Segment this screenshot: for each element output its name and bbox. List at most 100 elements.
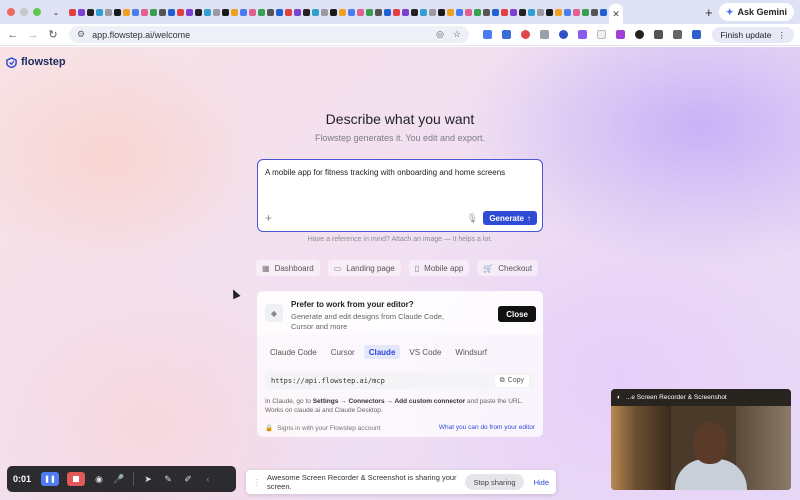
minimize-window-button[interactable]	[20, 8, 28, 16]
extension-icon[interactable]	[540, 30, 549, 39]
tab-favicon-icon[interactable]	[96, 8, 103, 16]
tab-favicon-icon[interactable]	[213, 8, 220, 16]
puzzle-icon[interactable]	[654, 30, 663, 39]
tab-favicon-icon[interactable]	[168, 8, 175, 16]
tab-favicon-icon[interactable]	[285, 8, 292, 16]
hide-button[interactable]: Hide	[534, 478, 549, 487]
tab-favicon-icon[interactable]	[276, 8, 283, 16]
extension-icon[interactable]	[635, 30, 644, 39]
webcam-icon[interactable]: ◉	[93, 474, 105, 485]
tab-favicon-icon[interactable]	[411, 8, 418, 16]
flowstep-logo[interactable]: flowstep	[6, 56, 66, 68]
tab-favicon-icon[interactable]	[438, 8, 445, 16]
chip-dashboard[interactable]: ▦ Dashboard	[256, 260, 320, 276]
reload-icon[interactable]: ↻	[43, 28, 63, 41]
tab-favicon-icon[interactable]	[465, 8, 472, 16]
tab-favicon-icon[interactable]	[348, 8, 355, 16]
tab-vs-code[interactable]: VS Code	[404, 345, 446, 359]
tab-favicon-icon[interactable]	[600, 8, 607, 16]
tab-favicon-icon[interactable]	[357, 8, 364, 16]
close-window-button[interactable]	[7, 8, 15, 16]
back-icon[interactable]: ←	[3, 29, 23, 41]
active-tab-close-icon[interactable]: ✕	[609, 4, 623, 24]
tab-favicon-icon[interactable]	[150, 8, 157, 16]
chip-checkout[interactable]: 🛒 Checkout	[477, 260, 539, 276]
extension-icon[interactable]	[597, 30, 606, 39]
ask-gemini-button[interactable]: ✦ Ask Gemini	[718, 3, 794, 21]
prompt-text[interactable]: A mobile app for fitness tracking with o…	[265, 168, 505, 177]
tab-favicon-icon[interactable]	[537, 8, 544, 16]
tab-favicon-icon[interactable]	[366, 8, 373, 16]
extension-icon[interactable]	[559, 30, 568, 39]
tab-favicon-icon[interactable]	[429, 8, 436, 16]
tab-favicon-icon[interactable]	[177, 8, 184, 16]
extension-icon[interactable]	[521, 30, 530, 39]
highlighter-icon[interactable]: ✐	[182, 474, 194, 485]
tab-favicon-icon[interactable]	[123, 8, 130, 16]
attach-plus-icon[interactable]: +	[265, 211, 272, 225]
tab-favicon-icon[interactable]	[222, 8, 229, 16]
tab-favicon-icon[interactable]	[402, 8, 409, 16]
tab-favicon-icon[interactable]	[510, 8, 517, 16]
tab-favicon-icon[interactable]	[114, 8, 121, 16]
tab-cursor[interactable]: Cursor	[326, 345, 360, 359]
site-info-icon[interactable]: ⚙	[77, 29, 85, 40]
tab-favicon-icon[interactable]	[69, 8, 76, 16]
tab-favicon-icon[interactable]	[141, 8, 148, 16]
new-tab-button[interactable]: +	[705, 5, 713, 20]
webcam-preview[interactable]: ◐ ...e Screen Recorder & Screenshot	[611, 389, 791, 490]
pen-icon[interactable]: ✎	[162, 474, 174, 485]
copy-button[interactable]: ⧉ Copy	[494, 374, 529, 387]
tab-favicon-icon[interactable]	[492, 8, 499, 16]
tab-favicon-icon[interactable]	[546, 8, 553, 16]
tab-favicon-icon[interactable]	[303, 8, 310, 16]
extension-icon[interactable]	[616, 30, 625, 39]
tab-favicon-icon[interactable]	[258, 8, 265, 16]
tab-favicon-icon[interactable]	[240, 8, 247, 16]
generate-button[interactable]: Generate ↑	[483, 211, 537, 225]
tab-favicon-icon[interactable]	[312, 8, 319, 16]
more-menu-icon[interactable]: ⋮	[778, 30, 787, 41]
url-text[interactable]: app.flowstep.ai/welcome	[92, 30, 436, 40]
tab-favicon-icon[interactable]	[474, 8, 481, 16]
tab-favicon-icon[interactable]	[582, 8, 589, 16]
tab-favicon-icon[interactable]	[132, 8, 139, 16]
tab-favicon-icon[interactable]	[186, 8, 193, 16]
collapse-chevron-icon[interactable]: ‹	[202, 474, 214, 484]
tab-claude[interactable]: Claude	[363, 345, 401, 359]
tab-favicon-icon[interactable]	[249, 8, 256, 16]
tab-favicon-icon[interactable]	[564, 8, 571, 16]
extension-icon[interactable]	[483, 30, 492, 39]
tab-favicon-icon[interactable]	[267, 8, 274, 16]
tab-favicon-icon[interactable]	[384, 8, 391, 16]
finish-update-button[interactable]: Finish update ⋮	[712, 27, 794, 43]
extension-icon[interactable]	[502, 30, 511, 39]
tab-favicon-icon[interactable]	[195, 8, 202, 16]
tab-favicon-icon[interactable]	[321, 8, 328, 16]
address-bar[interactable]: ⚙ app.flowstep.ai/welcome ◎ ☆	[69, 26, 469, 43]
tab-favicon-icon[interactable]	[447, 8, 454, 16]
chip-mobile-app[interactable]: ▯ Mobile app	[408, 260, 470, 276]
webcam-title-bar[interactable]: ◐ ...e Screen Recorder & Screenshot	[611, 389, 791, 406]
close-button[interactable]: Close	[498, 306, 536, 322]
tab-favicon-icon[interactable]	[528, 8, 535, 16]
stop-recording-button[interactable]	[67, 472, 85, 486]
tab-windsurf[interactable]: Windsurf	[450, 345, 492, 359]
tab-favicon-icon[interactable]	[420, 8, 427, 16]
share-icon[interactable]	[692, 30, 701, 39]
reading-list-icon[interactable]	[673, 30, 682, 39]
tab-favicon-icon[interactable]	[501, 8, 508, 16]
tab-favicon-icon[interactable]	[87, 8, 94, 16]
tab-favicon-icon[interactable]	[159, 8, 166, 16]
tab-favicon-icon[interactable]	[591, 8, 598, 16]
mcp-url[interactable]: https://api.flowstep.ai/mcp	[271, 377, 495, 385]
tab-favicon-icon[interactable]	[330, 8, 337, 16]
forward-icon[interactable]: →	[23, 29, 43, 41]
stop-sharing-button[interactable]: Stop sharing	[465, 474, 524, 490]
microphone-icon[interactable]: 🎤	[113, 474, 125, 485]
tab-favicon-icon[interactable]	[294, 8, 301, 16]
tab-favicon-icon[interactable]	[519, 8, 526, 16]
microphone-icon[interactable]: 🎙	[467, 213, 478, 224]
drag-handle-icon[interactable]: ⋮	[253, 478, 261, 487]
tab-favicon-icon[interactable]	[483, 8, 490, 16]
